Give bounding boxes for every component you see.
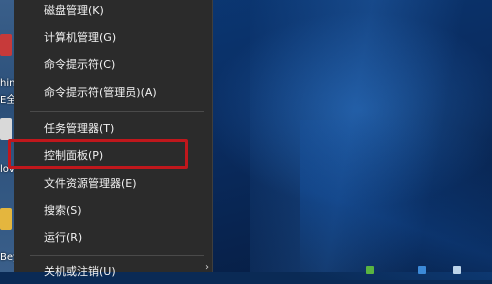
- highlight-annotation-box: [8, 139, 188, 169]
- menu-item-disk-management[interactable]: 磁盘管理(K): [14, 0, 212, 23]
- taskbar-app-icon[interactable]: [453, 266, 461, 274]
- desktop-app-icon[interactable]: [0, 34, 12, 56]
- menu-item-command-prompt-admin[interactable]: 命令提示符(管理员)(A): [14, 79, 212, 105]
- menu-item-file-explorer[interactable]: 文件资源管理器(E): [14, 170, 212, 196]
- desktop-file-icon[interactable]: [0, 118, 12, 140]
- chevron-right-icon: ›: [205, 262, 209, 273]
- taskbar-app-icon[interactable]: [418, 266, 426, 274]
- menu-item-label: 文件资源管理器(E): [44, 177, 137, 190]
- wallpaper-light-beam-lower: [300, 120, 492, 280]
- menu-item-command-prompt[interactable]: 命令提示符(C): [14, 51, 212, 77]
- menu-item-label: 任务管理器(T): [44, 122, 115, 135]
- menu-item-task-manager[interactable]: 任务管理器(T): [14, 115, 212, 141]
- winx-context-menu: 磁盘管理(K) 计算机管理(G) 命令提示符(C) 命令提示符(管理员)(A) …: [14, 0, 213, 278]
- desktop-folder-icon[interactable]: [0, 208, 12, 230]
- menu-item-label: 运行(R): [44, 231, 83, 244]
- menu-item-label: 命令提示符(C): [44, 58, 116, 71]
- menu-item-run[interactable]: 运行(R): [14, 224, 212, 250]
- menu-item-label: 搜索(S): [44, 204, 82, 217]
- menu-item-label: 关机或注销(U): [44, 265, 116, 278]
- menu-item-search[interactable]: 搜索(S): [14, 197, 212, 223]
- taskbar-app-icon[interactable]: [366, 266, 374, 274]
- menu-item-computer-management[interactable]: 计算机管理(G): [14, 24, 212, 50]
- menu-item-label: 命令提示符(管理员)(A): [44, 86, 157, 99]
- menu-item-label: 磁盘管理(K): [44, 4, 104, 17]
- menu-item-label: 计算机管理(G): [44, 31, 117, 44]
- menu-separator: [30, 255, 204, 256]
- menu-item-shutdown-signout[interactable]: 关机或注销(U): [14, 258, 212, 284]
- menu-separator: [30, 111, 204, 112]
